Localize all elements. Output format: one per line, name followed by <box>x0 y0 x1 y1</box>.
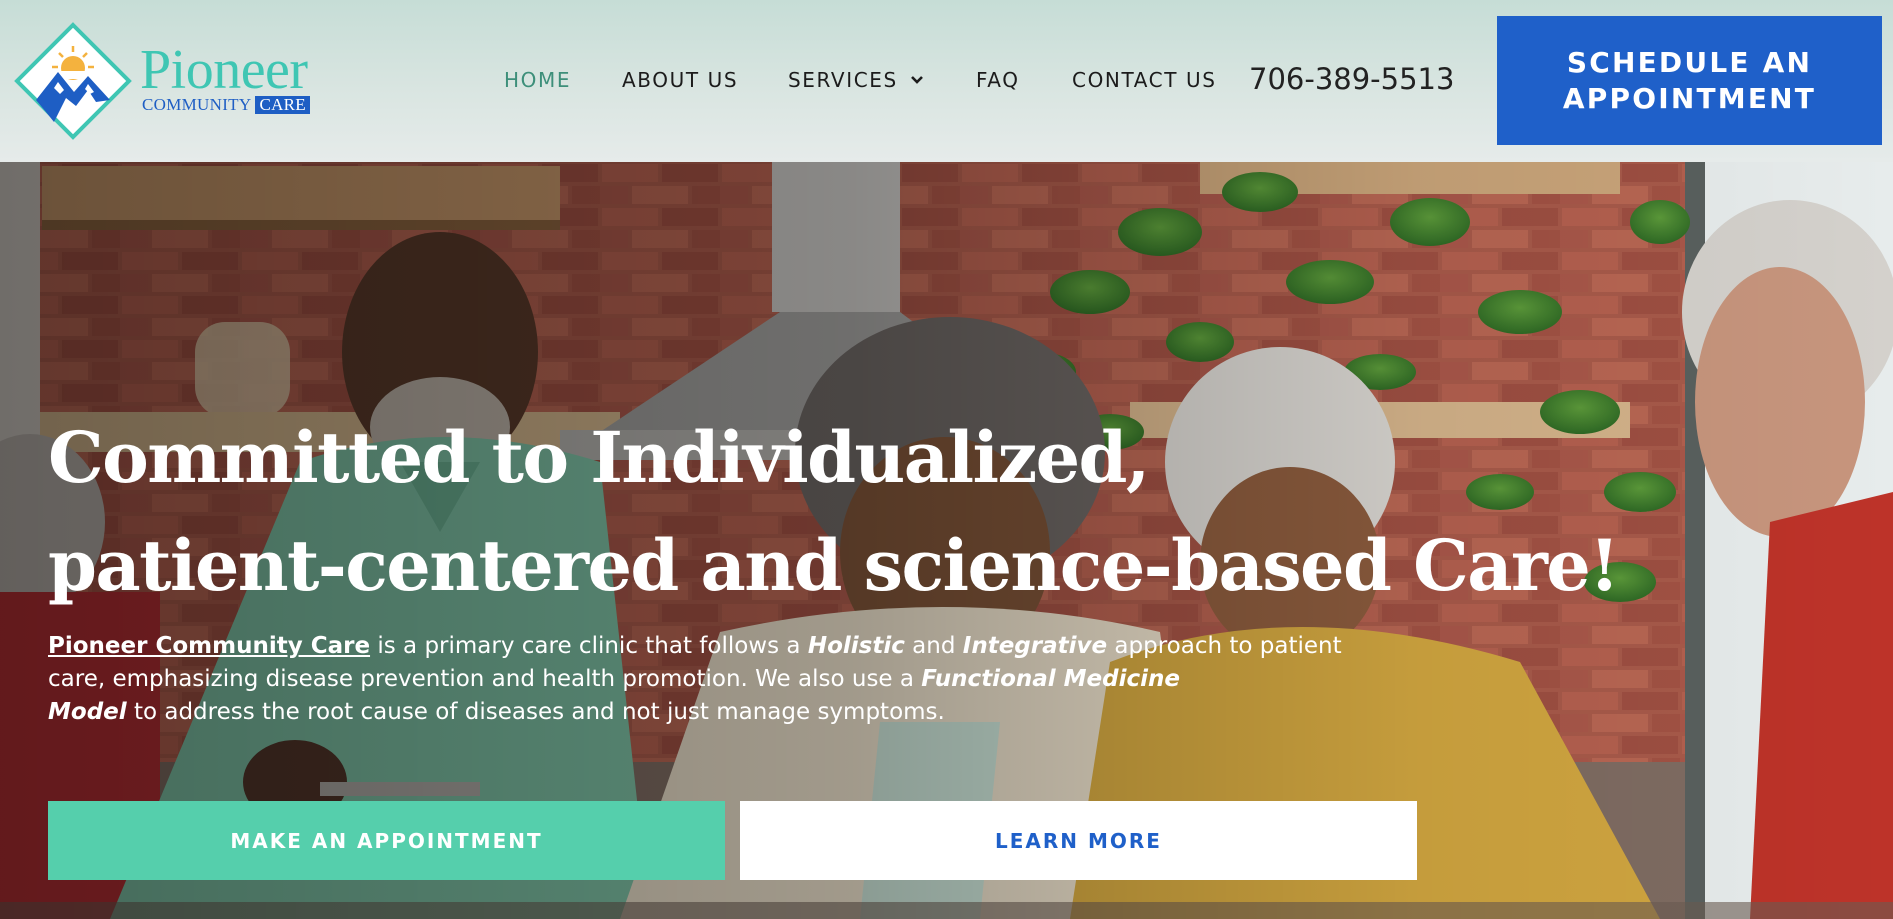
hero-title-line-1: Committed to Individualized, <box>48 416 1150 499</box>
logo-wordmark: Pioneer <box>140 39 308 101</box>
desc-emphasis-model: Model <box>48 699 127 725</box>
nav-home[interactable]: HOME <box>504 62 571 98</box>
logo-tagline: COMMUNITY CARE <box>142 96 310 114</box>
phone-number-link[interactable]: 706-389-5513 <box>1249 58 1454 100</box>
desc-text: to address the root cause of diseases an… <box>126 699 945 725</box>
hero-title-line-2: patient-centered and science-based Care! <box>48 524 1620 607</box>
pioneer-logo[interactable]: Pioneer COMMUNITY CARE <box>14 22 334 142</box>
hero-section: Committed to Individualized, patient-cen… <box>0 162 1893 919</box>
learn-more-button[interactable]: LEARN MORE <box>740 801 1417 880</box>
logo-tagline-badge: CARE <box>255 96 310 114</box>
logo-tagline-text: COMMUNITY <box>142 95 252 114</box>
hero-desc-line-1: Pioneer Community Care is a primary care… <box>48 630 1342 663</box>
site-header: Pioneer COMMUNITY CARE HOME ABOUT US SERV… <box>0 0 1893 162</box>
hero-desc-line-2: care, emphasizing disease prevention and… <box>48 663 1298 696</box>
nav-contact-us[interactable]: CONTACT US <box>1072 62 1217 98</box>
desc-emphasis-functional-medicine: Functional Medicine <box>921 666 1180 692</box>
desc-text: and <box>904 633 963 659</box>
chevron-down-icon <box>910 75 923 84</box>
desc-text: approach to patient <box>1107 633 1342 659</box>
nav-about-us[interactable]: ABOUT US <box>622 62 738 98</box>
nav-services-label: SERVICES <box>788 68 898 92</box>
schedule-appointment-button[interactable]: SCHEDULE AN APPOINTMENT <box>1497 16 1882 145</box>
hero-title: Committed to Individualized, patient-cen… <box>48 404 1620 620</box>
pioneer-community-care-link[interactable]: Pioneer Community Care <box>48 633 370 659</box>
hero-description: Pioneer Community Care is a primary care… <box>48 630 1342 729</box>
nav-faq[interactable]: FAQ <box>976 62 1020 98</box>
desc-text: care, emphasizing disease prevention and… <box>48 666 922 692</box>
desc-emphasis-holistic: Holistic <box>807 633 905 659</box>
logo-mountain-icon <box>14 22 132 140</box>
desc-emphasis-integrative: Integrative <box>962 633 1108 659</box>
nav-services[interactable]: SERVICES <box>788 62 924 98</box>
hero-desc-line-3: Model to address the root cause of disea… <box>48 696 1298 729</box>
desc-text: is a primary care clinic that follows a <box>370 633 808 659</box>
make-appointment-button[interactable]: MAKE AN APPOINTMENT <box>48 801 725 880</box>
